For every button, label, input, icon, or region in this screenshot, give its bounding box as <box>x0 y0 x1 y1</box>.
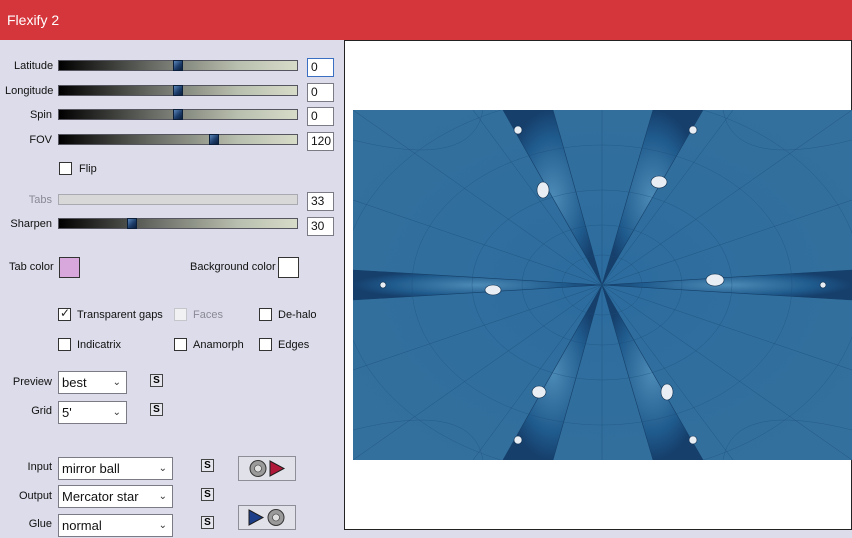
input-select-value: mirror ball <box>62 461 120 476</box>
scroll-icon[interactable]: S <box>150 374 163 387</box>
latitude-field[interactable]: 0 <box>307 58 334 77</box>
input-label: Input <box>27 461 52 473</box>
edges-checkbox[interactable] <box>259 338 272 351</box>
sharpen-thumb[interactable] <box>127 218 137 229</box>
latitude-thumb[interactable] <box>173 60 183 71</box>
anamorph-checkbox[interactable] <box>174 338 187 351</box>
preview-select[interactable]: best ⌄ <box>58 371 127 394</box>
faces-label: Faces <box>193 309 223 321</box>
latitude-label: Latitude <box>14 60 54 72</box>
glue-select[interactable]: normal ⌄ <box>58 514 173 537</box>
fov-thumb[interactable] <box>209 134 219 145</box>
fov-slider[interactable] <box>58 134 298 145</box>
background-color-swatch[interactable] <box>278 257 299 278</box>
background-color-label: Background color <box>190 261 276 273</box>
transparent-gaps-label: Transparent gaps <box>77 309 163 321</box>
tabs-slider <box>58 194 298 205</box>
tabs-field[interactable]: 33 <box>307 192 334 211</box>
tab-color-label: Tab color <box>9 261 54 273</box>
spin-label: Spin <box>29 109 52 121</box>
arrow-ball-icon <box>248 509 285 526</box>
indicatrix-checkbox[interactable] <box>58 338 71 351</box>
dehalo-label: De-halo <box>278 309 317 321</box>
chevron-down-icon: ⌄ <box>158 520 167 531</box>
ball-arrow-icon <box>249 460 286 477</box>
longitude-label: Longitude <box>5 85 54 97</box>
spin-slider[interactable] <box>58 109 298 120</box>
dehalo-checkbox[interactable] <box>259 308 272 321</box>
grid-label: Grid <box>31 405 52 417</box>
fov-label: FOV <box>29 134 52 146</box>
grid-select-value: 5' <box>62 405 72 420</box>
latitude-slider[interactable] <box>58 60 298 71</box>
preview-select-value: best <box>62 375 87 390</box>
tabs-label: Tabs <box>28 194 52 206</box>
sharpen-field[interactable]: 30 <box>307 217 334 236</box>
chevron-down-icon: ⌄ <box>112 377 121 388</box>
window-title: Flexify 2 <box>7 12 60 28</box>
glue-select-value: normal <box>62 518 102 533</box>
tab-color-swatch[interactable] <box>59 257 80 278</box>
chevron-down-icon: ⌄ <box>112 407 121 418</box>
title-bar: Flexify 2 <box>0 0 852 40</box>
input-preset-button[interactable] <box>238 456 296 481</box>
preview-image[interactable] <box>353 110 852 460</box>
longitude-field[interactable]: 0 <box>307 83 334 102</box>
transparent-gaps-checkbox[interactable]: ✓ <box>58 306 71 321</box>
longitude-thumb[interactable] <box>173 85 183 96</box>
scroll-icon[interactable]: S <box>201 516 214 529</box>
glue-preset-button[interactable] <box>238 505 296 530</box>
horizontal-scrollbar[interactable] <box>330 531 852 538</box>
spin-field[interactable]: 0 <box>307 107 334 126</box>
scroll-icon[interactable]: S <box>150 403 163 416</box>
sharpen-slider[interactable] <box>58 218 298 229</box>
longitude-slider[interactable] <box>58 85 298 96</box>
sharpen-label: Sharpen <box>10 218 52 230</box>
output-select[interactable]: Mercator star ⌄ <box>58 485 173 508</box>
anamorph-label: Anamorph <box>193 339 244 351</box>
grid-select[interactable]: 5' ⌄ <box>58 401 127 424</box>
indicatrix-label: Indicatrix <box>77 339 122 351</box>
flip-checkbox[interactable] <box>59 162 72 175</box>
output-label: Output <box>18 490 52 502</box>
flip-label: Flip <box>79 163 97 175</box>
chevron-down-icon: ⌄ <box>158 491 167 502</box>
edges-label: Edges <box>278 339 310 351</box>
faces-checkbox <box>174 308 187 321</box>
input-select[interactable]: mirror ball ⌄ <box>58 457 173 480</box>
spin-thumb[interactable] <box>173 109 183 120</box>
glue-label: Glue <box>28 518 52 530</box>
output-select-value: Mercator star <box>62 489 139 504</box>
fov-field[interactable]: 120 <box>307 132 334 151</box>
scroll-icon[interactable]: S <box>201 459 214 472</box>
scroll-icon[interactable]: S <box>201 488 214 501</box>
chevron-down-icon: ⌄ <box>158 463 167 474</box>
preview-label: Preview <box>12 376 52 388</box>
